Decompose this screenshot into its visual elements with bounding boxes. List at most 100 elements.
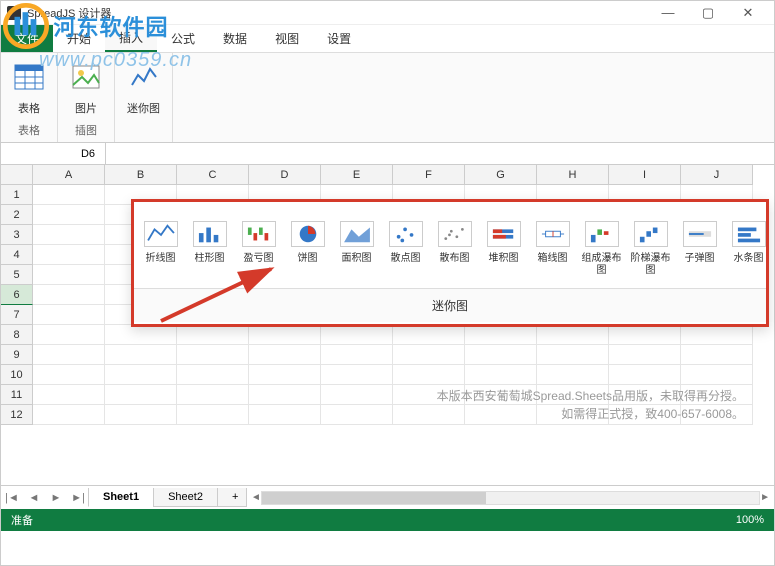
formula-bar[interactable]: [106, 143, 774, 164]
cell[interactable]: [33, 345, 105, 365]
cell[interactable]: [321, 325, 393, 345]
scroll-track[interactable]: [261, 491, 760, 505]
name-box[interactable]: D6: [1, 143, 106, 164]
chart-type-scatter-chart[interactable]: 散点图: [381, 217, 430, 277]
cell[interactable]: [105, 405, 177, 425]
col-header[interactable]: B: [105, 165, 177, 185]
col-header[interactable]: D: [249, 165, 321, 185]
col-header[interactable]: J: [681, 165, 753, 185]
sheet-tab-2[interactable]: Sheet2: [153, 488, 218, 507]
cell[interactable]: [393, 385, 465, 405]
cell[interactable]: [681, 345, 753, 365]
cell[interactable]: [393, 405, 465, 425]
chart-type-stacked-chart[interactable]: 堆积图: [479, 217, 528, 277]
cell[interactable]: [465, 325, 537, 345]
cell[interactable]: [177, 365, 249, 385]
chart-type-bullet-chart[interactable]: 子弹图: [675, 217, 724, 277]
cell[interactable]: [321, 365, 393, 385]
cell[interactable]: [537, 405, 609, 425]
tab-nav-last[interactable]: ►|: [67, 487, 89, 509]
cell[interactable]: [609, 365, 681, 385]
cell[interactable]: [105, 325, 177, 345]
row-header[interactable]: 11: [1, 385, 33, 405]
cell[interactable]: [537, 345, 609, 365]
col-header[interactable]: G: [465, 165, 537, 185]
tab-nav-next[interactable]: ►: [45, 487, 67, 509]
col-header[interactable]: F: [393, 165, 465, 185]
cell[interactable]: [465, 365, 537, 385]
cell[interactable]: [33, 305, 105, 325]
row-header[interactable]: 9: [1, 345, 33, 365]
chart-type-spread-chart[interactable]: 散布图: [430, 217, 479, 277]
sheet-tab-add[interactable]: +: [217, 488, 247, 507]
cell[interactable]: [321, 385, 393, 405]
maximize-button[interactable]: ▢: [688, 2, 728, 24]
chart-type-box-chart[interactable]: 箱线图: [528, 217, 577, 277]
chart-type-line-chart[interactable]: 折线图: [136, 217, 185, 277]
minimize-button[interactable]: —: [648, 2, 688, 24]
chart-type-area-chart[interactable]: 面积图: [332, 217, 381, 277]
chart-type-step-waterfall[interactable]: 阶梯瀑布图: [626, 217, 675, 277]
cell[interactable]: [465, 345, 537, 365]
row-header[interactable]: 7: [1, 305, 33, 325]
tab-nav-prev[interactable]: ◄: [23, 487, 45, 509]
cell[interactable]: [681, 325, 753, 345]
tab-data[interactable]: 数据: [209, 25, 261, 52]
cell[interactable]: [33, 245, 105, 265]
cell[interactable]: [33, 385, 105, 405]
file-tab[interactable]: 文件: [1, 25, 53, 52]
select-all-corner[interactable]: [1, 165, 33, 185]
tab-settings[interactable]: 设置: [313, 25, 365, 52]
cell[interactable]: [609, 345, 681, 365]
cell[interactable]: [465, 385, 537, 405]
chart-type-waterfall-chart[interactable]: 组成瀑布图: [577, 217, 626, 277]
close-button[interactable]: ✕: [728, 2, 768, 24]
cell[interactable]: [105, 345, 177, 365]
cell[interactable]: [105, 385, 177, 405]
cell[interactable]: [33, 325, 105, 345]
chart-type-hbar-chart[interactable]: 水条图: [724, 217, 773, 277]
tab-insert[interactable]: 插入: [105, 25, 157, 52]
chart-type-pie-chart[interactable]: 饼图: [283, 217, 332, 277]
row-header[interactable]: 3: [1, 225, 33, 245]
cell[interactable]: [33, 405, 105, 425]
cell[interactable]: [33, 205, 105, 225]
tab-view[interactable]: 视图: [261, 25, 313, 52]
table-button[interactable]: 表格: [13, 57, 45, 116]
cell[interactable]: [609, 385, 681, 405]
cell[interactable]: [537, 365, 609, 385]
cell[interactable]: [321, 405, 393, 425]
tab-formula[interactable]: 公式: [157, 25, 209, 52]
row-header[interactable]: 5: [1, 265, 33, 285]
cell[interactable]: [321, 345, 393, 365]
row-header[interactable]: 4: [1, 245, 33, 265]
scroll-thumb[interactable]: [262, 492, 486, 504]
cell[interactable]: [33, 265, 105, 285]
cell[interactable]: [33, 285, 105, 305]
cell[interactable]: [177, 345, 249, 365]
cell[interactable]: [393, 365, 465, 385]
tab-nav-first[interactable]: |◄: [1, 487, 23, 509]
cell[interactable]: [609, 325, 681, 345]
cell[interactable]: [177, 385, 249, 405]
row-header[interactable]: 10: [1, 365, 33, 385]
row-header[interactable]: 12: [1, 405, 33, 425]
cell[interactable]: [681, 405, 753, 425]
cell[interactable]: [177, 405, 249, 425]
row-header[interactable]: 8: [1, 325, 33, 345]
cell[interactable]: [249, 345, 321, 365]
cell[interactable]: [681, 385, 753, 405]
row-header[interactable]: 2: [1, 205, 33, 225]
cell[interactable]: [537, 325, 609, 345]
cell[interactable]: [33, 365, 105, 385]
col-header[interactable]: I: [609, 165, 681, 185]
picture-button[interactable]: 图片: [70, 57, 102, 116]
cell[interactable]: [249, 365, 321, 385]
cell[interactable]: [105, 365, 177, 385]
cell[interactable]: [465, 405, 537, 425]
chart-type-winloss-chart[interactable]: 盈亏图: [234, 217, 283, 277]
cell[interactable]: [33, 185, 105, 205]
scroll-right-icon[interactable]: ►: [760, 492, 770, 503]
col-header[interactable]: A: [33, 165, 105, 185]
cell[interactable]: [177, 325, 249, 345]
